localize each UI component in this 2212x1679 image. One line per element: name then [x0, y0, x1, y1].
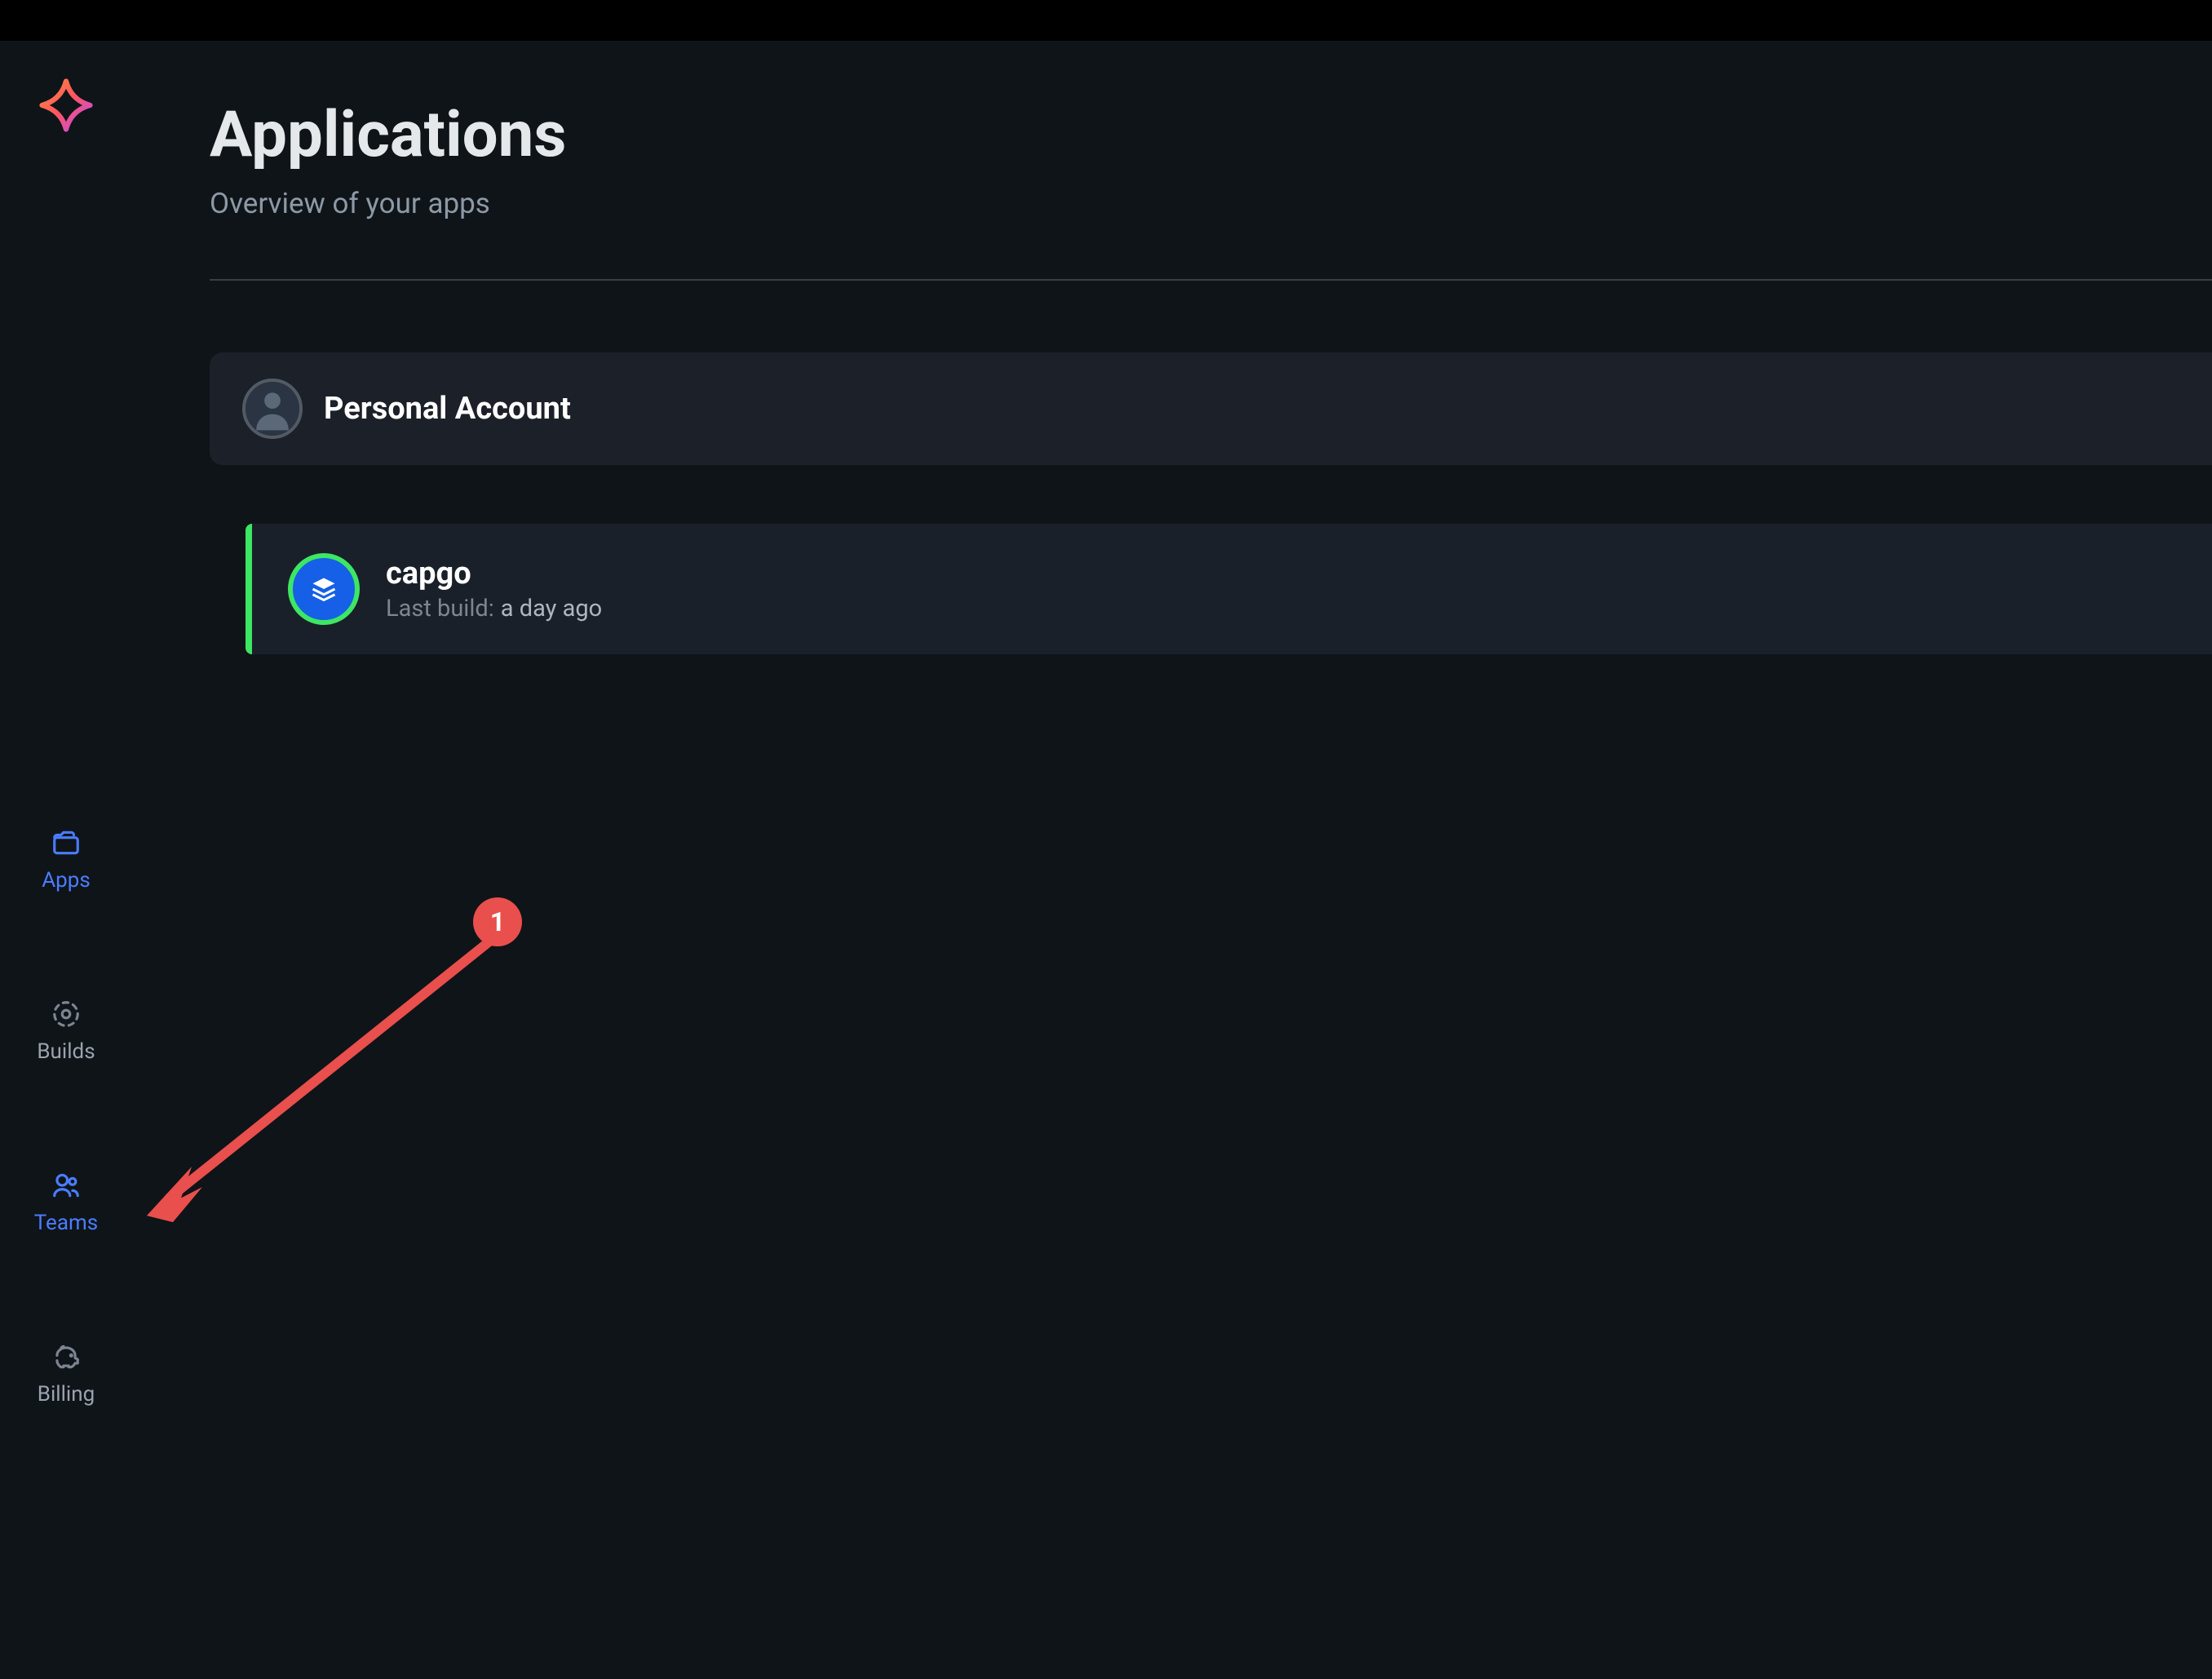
app-card[interactable]: capgo Last build: a day ago — [246, 524, 2212, 654]
sidebar-item-apps[interactable]: Apps — [42, 827, 91, 893]
account-label: Personal Account — [324, 391, 571, 427]
account-header[interactable]: Personal Account — [210, 352, 2212, 465]
sidebar: Apps Builds — [0, 41, 132, 1679]
app-name: capgo — [386, 556, 602, 591]
sidebar-item-billing[interactable]: Billing — [38, 1341, 95, 1407]
sidebar-item-label: Teams — [34, 1211, 98, 1235]
main-content: Applications Overview of your apps Perso… — [132, 41, 2212, 1679]
app-icon — [288, 553, 360, 625]
app-meta-label: Last build: — [386, 595, 494, 622]
gear-dashed-icon — [51, 999, 82, 1030]
top-bar — [0, 0, 2212, 41]
folder-icon — [51, 827, 82, 858]
sidebar-item-builds[interactable]: Builds — [37, 999, 95, 1064]
sidebar-item-teams[interactable]: Teams — [34, 1170, 98, 1235]
people-icon — [51, 1170, 82, 1201]
sidebar-item-label: Apps — [42, 868, 91, 893]
avatar — [242, 379, 303, 439]
sidebar-item-label: Billing — [38, 1382, 95, 1407]
page-title: Applications — [210, 98, 2212, 172]
divider — [210, 279, 2212, 281]
page-subtitle: Overview of your apps — [210, 187, 2212, 220]
sidebar-item-label: Builds — [37, 1039, 95, 1064]
app-logo[interactable] — [38, 77, 95, 134]
app-meta-value: a day ago — [501, 595, 602, 622]
piggy-bank-icon — [51, 1341, 82, 1372]
